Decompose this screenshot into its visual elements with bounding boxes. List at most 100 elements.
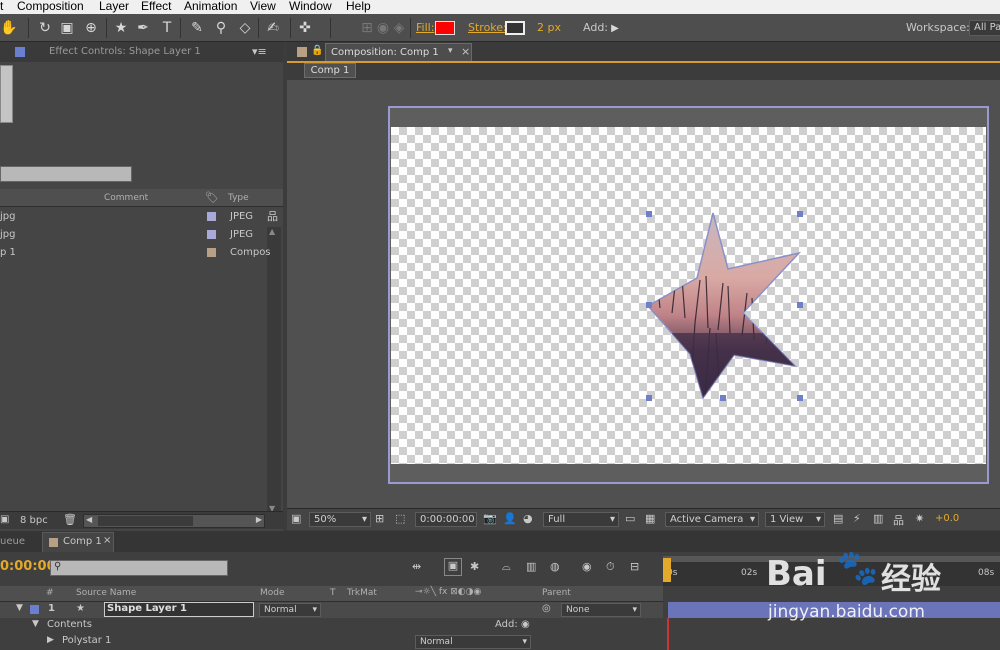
timer-icon[interactable]: ⏱ bbox=[606, 560, 615, 574]
puppet-pin-icon[interactable]: ✜ bbox=[296, 19, 314, 37]
effect-controls-tab[interactable]: Effect Controls: Shape Layer 1 bbox=[49, 46, 201, 57]
close-tab-icon[interactable]: × bbox=[461, 45, 470, 58]
polystar-mode-select[interactable]: Normal ▾ bbox=[415, 635, 531, 649]
fast-previews-icon[interactable]: ⚡ bbox=[853, 512, 861, 525]
star-shape[interactable] bbox=[646, 212, 802, 400]
fill-label[interactable]: Fill: bbox=[416, 21, 434, 34]
add-contents-icon[interactable]: ◉ bbox=[521, 619, 530, 630]
show-snapshot-icon[interactable]: 👤 bbox=[503, 512, 517, 525]
rotate-tool-icon[interactable]: ↻ bbox=[36, 19, 54, 37]
menu-item-window[interactable]: Window bbox=[289, 0, 332, 13]
pickwhip-icon[interactable]: ◎ bbox=[542, 603, 551, 614]
col-trkmat[interactable]: TrkMat bbox=[347, 588, 377, 598]
menu-item-effect[interactable]: Effect bbox=[141, 0, 171, 13]
active-camera-select[interactable]: Active Camera ▾ bbox=[665, 512, 759, 527]
menu-item-composition[interactable]: Composition bbox=[17, 0, 84, 13]
flowchart-icon[interactable]: 品 bbox=[267, 208, 278, 224]
layer-mode-select[interactable]: Normal ▾ bbox=[259, 603, 321, 617]
clone-stamp-icon[interactable]: ⚲ bbox=[212, 19, 230, 37]
tab-dropdown-icon[interactable]: ▾ bbox=[448, 46, 453, 56]
brush-tool-icon[interactable]: ✎ bbox=[188, 19, 206, 37]
exposure-icon[interactable]: ✷ bbox=[915, 512, 924, 525]
live-update-icon[interactable]: ▣ bbox=[444, 558, 462, 576]
view-layout-select[interactable]: 1 View ▾ bbox=[765, 512, 825, 527]
layer-row[interactable]: ▼ 1 ★ Shape Layer 1 Normal ▾ ◎ None ▾ bbox=[0, 602, 663, 618]
col-source-name[interactable]: Source Name bbox=[76, 588, 136, 598]
anchor-tool-icon[interactable]: ⊕ bbox=[82, 19, 100, 37]
layer-label-color[interactable] bbox=[30, 605, 39, 614]
lock-icon[interactable]: 🔒 bbox=[311, 45, 323, 56]
channel-rgb-icon[interactable]: ◕ bbox=[523, 512, 533, 525]
pan-behind-icon[interactable]: ✋ bbox=[0, 19, 18, 37]
timeline-current-time[interactable]: 0:00:00 bbox=[0, 559, 56, 574]
panel-menu-icon[interactable]: ▾≡ bbox=[252, 45, 267, 58]
stroke-width-value[interactable]: 2 px bbox=[537, 21, 561, 34]
transparency-grid-icon[interactable]: ▦ bbox=[645, 512, 655, 525]
snapshot-camera-icon[interactable]: 📷 bbox=[483, 512, 497, 525]
frame-blending-icon[interactable]: ▥ bbox=[526, 560, 536, 573]
menu-item-help[interactable]: Help bbox=[346, 0, 371, 13]
parent-select[interactable]: None ▾ bbox=[561, 603, 641, 617]
project-scrollbar[interactable]: ▲ ▼ bbox=[267, 227, 281, 513]
star-shape-layer[interactable] bbox=[390, 108, 987, 482]
region-of-interest-icon[interactable]: ▭ bbox=[625, 512, 635, 525]
interpret-footage-icon[interactable]: ▣ bbox=[0, 514, 9, 525]
flowchart-view-icon[interactable]: 品 bbox=[893, 512, 904, 528]
bpc-button[interactable]: 8 bpc bbox=[20, 515, 48, 526]
close-tab-icon[interactable]: × bbox=[103, 535, 111, 546]
label-tag-icon[interactable]: 🏷 bbox=[205, 191, 219, 204]
col-mode[interactable]: Mode bbox=[260, 588, 285, 598]
always-preview-icon[interactable]: ▣ bbox=[291, 512, 301, 525]
menu-item-file[interactable]: t bbox=[0, 0, 3, 13]
timeline-icon[interactable]: ▥ bbox=[873, 512, 883, 525]
comp-breadcrumb[interactable]: Comp 1 bbox=[304, 63, 356, 78]
project-row[interactable]: jpg JPEG bbox=[0, 226, 265, 244]
twirl-down-icon[interactable]: ▼ bbox=[32, 619, 39, 629]
workspace-select[interactable]: All Pa bbox=[969, 20, 1000, 36]
menu-item-layer[interactable]: Layer bbox=[99, 0, 129, 13]
contents-row[interactable]: ▼ Contents Add: ◉ bbox=[0, 618, 663, 634]
camera-tool-icon[interactable]: ▣ bbox=[58, 19, 76, 37]
project-row[interactable]: p 1 Compos bbox=[0, 244, 271, 262]
project-hscrollbar[interactable]: ◀ ▶ bbox=[83, 514, 265, 528]
comp-mini-flowchart-icon[interactable]: ⇹ bbox=[412, 560, 421, 573]
menu-item-view[interactable]: View bbox=[250, 0, 276, 13]
stroke-label[interactable]: Stroke: bbox=[468, 21, 507, 34]
comp-canvas[interactable] bbox=[388, 106, 989, 484]
label-color-swatch[interactable] bbox=[207, 248, 216, 257]
add-menu-icon[interactable]: ▶ bbox=[606, 20, 624, 38]
label-color-swatch[interactable] bbox=[207, 212, 216, 221]
current-time-field[interactable]: 0:00:00:00 bbox=[415, 512, 477, 527]
menu-item-animation[interactable]: Animation bbox=[184, 0, 237, 13]
star-tool-icon[interactable]: ★ bbox=[112, 19, 130, 37]
magnification-select[interactable]: 50% ▾ bbox=[309, 512, 371, 527]
hide-shy-icon[interactable]: ⌓ bbox=[502, 560, 511, 574]
current-time-indicator[interactable] bbox=[663, 558, 671, 582]
exposure-value[interactable]: +0.0 bbox=[935, 513, 959, 524]
composition-tab[interactable]: Composition: Comp 1 ▾ × bbox=[325, 43, 472, 61]
type-tool-icon[interactable]: T bbox=[158, 19, 176, 37]
motion-blur-icon[interactable]: ◍ bbox=[550, 560, 560, 573]
eraser-tool-icon[interactable]: ◇ bbox=[236, 19, 254, 37]
stroke-color-swatch[interactable] bbox=[505, 21, 525, 35]
brainstorm-icon[interactable]: ⊟ bbox=[630, 560, 639, 573]
toggle-pixel-aspect-icon[interactable]: ▤ bbox=[833, 512, 843, 525]
col-comment[interactable]: Comment bbox=[104, 193, 148, 203]
axis-mode-view-icon[interactable]: ◈ bbox=[390, 19, 408, 37]
col-type[interactable]: Type bbox=[228, 193, 249, 203]
col-parent[interactable]: Parent bbox=[542, 588, 571, 598]
render-queue-tab[interactable]: ueue bbox=[0, 536, 25, 547]
pen-tool-icon[interactable]: ✒ bbox=[134, 19, 152, 37]
roto-brush-icon[interactable]: ✍ bbox=[264, 19, 282, 37]
fill-color-swatch[interactable] bbox=[435, 21, 455, 35]
resolution-select[interactable]: Full ▾ bbox=[543, 512, 619, 527]
polystar-row[interactable]: ▶ Polystar 1 Normal ▾ bbox=[0, 634, 663, 650]
twirl-down-icon[interactable]: ▼ bbox=[16, 603, 23, 613]
col-t[interactable]: T bbox=[330, 588, 336, 598]
comp-timeline-tab[interactable]: Comp 1 × bbox=[42, 532, 114, 552]
project-row[interactable]: jpg JPEG bbox=[0, 208, 265, 226]
twirl-right-icon[interactable]: ▶ bbox=[47, 635, 54, 645]
label-color-swatch[interactable] bbox=[207, 230, 216, 239]
draft-3d-icon[interactable]: ✱ bbox=[470, 560, 479, 573]
timeline-search-input[interactable]: ⚲ bbox=[50, 560, 228, 576]
